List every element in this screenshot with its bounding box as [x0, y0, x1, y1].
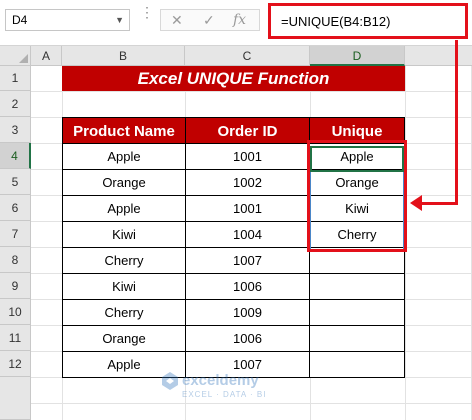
cell-order-id[interactable]: 1007: [186, 248, 310, 274]
column-header-b[interactable]: B: [62, 46, 185, 66]
header-order-id: Order ID: [186, 117, 310, 144]
row-header[interactable]: 6: [0, 195, 31, 221]
cell-product-name[interactable]: Kiwi: [62, 274, 186, 300]
row-header: [0, 377, 31, 420]
formula-bar: D4 ▼ ⋮ ✕ ✓ fx =UNIQUE(B4:B12): [0, 0, 472, 46]
fx-icon[interactable]: fx: [233, 12, 246, 28]
row-header[interactable]: 4: [0, 143, 31, 169]
gridline: [31, 403, 472, 404]
sheet-title: Excel UNIQUE Function: [62, 66, 405, 91]
formula-buttons: ✕ ✓ fx: [160, 9, 260, 31]
column-header-a[interactable]: A: [31, 46, 62, 66]
row-header[interactable]: 8: [0, 247, 31, 273]
more-icon[interactable]: ⋮: [140, 5, 154, 19]
row-header[interactable]: 7: [0, 221, 31, 247]
formula-input[interactable]: =UNIQUE(B4:B12): [268, 3, 468, 39]
watermark: exceldemy EXCEL · DATA · BI: [162, 372, 265, 399]
arrow-left-icon: [410, 195, 422, 211]
cell-unique[interactable]: [310, 326, 405, 352]
row-header[interactable]: 2: [0, 91, 31, 117]
row-header[interactable]: 10: [0, 299, 31, 325]
column-header-d[interactable]: D: [310, 46, 405, 66]
watermark-tagline: EXCEL · DATA · BI: [182, 390, 267, 399]
cell-product-name[interactable]: Cherry: [62, 248, 186, 274]
cell-order-id[interactable]: 1006: [186, 274, 310, 300]
header-product-name: Product Name: [62, 117, 186, 144]
cell-product-name[interactable]: Kiwi: [62, 222, 186, 248]
row-header[interactable]: 3: [0, 117, 31, 143]
cell-order-id[interactable]: 1001: [186, 196, 310, 222]
name-box[interactable]: D4 ▼: [5, 9, 130, 31]
row-header[interactable]: 5: [0, 169, 31, 195]
cell-unique[interactable]: [310, 300, 405, 326]
watermark-name: exceldemy: [182, 372, 259, 389]
row-header[interactable]: 9: [0, 273, 31, 299]
cell-order-id[interactable]: 1004: [186, 222, 310, 248]
check-icon[interactable]: ✓: [203, 12, 215, 29]
row-header[interactable]: 12: [0, 351, 31, 377]
cell-order-id[interactable]: 1001: [186, 144, 310, 170]
column-header-blank: [405, 46, 472, 66]
arrow-shaft: [420, 202, 458, 205]
exceldemy-logo-icon: [162, 372, 178, 390]
cell-unique[interactable]: [310, 274, 405, 300]
result-highlight: [307, 140, 407, 252]
select-all-button[interactable]: [0, 46, 31, 66]
row-header[interactable]: 1: [0, 66, 31, 91]
cell-order-id[interactable]: 1009: [186, 300, 310, 326]
cell-product-name[interactable]: Orange: [62, 170, 186, 196]
gridline: [31, 91, 472, 92]
row-header[interactable]: 11: [0, 325, 31, 351]
arrow-shaft: [455, 40, 458, 205]
cell-product-name[interactable]: Cherry: [62, 300, 186, 326]
cell-product-name[interactable]: Apple: [62, 196, 186, 222]
name-box-value: D4: [12, 13, 28, 27]
formula-text: =UNIQUE(B4:B12): [281, 14, 391, 29]
column-header-c[interactable]: C: [185, 46, 310, 66]
cancel-icon[interactable]: ✕: [171, 12, 183, 29]
cell-product-name[interactable]: Apple: [62, 144, 186, 170]
chevron-down-icon[interactable]: ▼: [115, 15, 124, 25]
cell-order-id[interactable]: 1006: [186, 326, 310, 352]
cell-order-id[interactable]: 1002: [186, 170, 310, 196]
cell-product-name[interactable]: Orange: [62, 326, 186, 352]
cell-unique[interactable]: [310, 352, 405, 378]
